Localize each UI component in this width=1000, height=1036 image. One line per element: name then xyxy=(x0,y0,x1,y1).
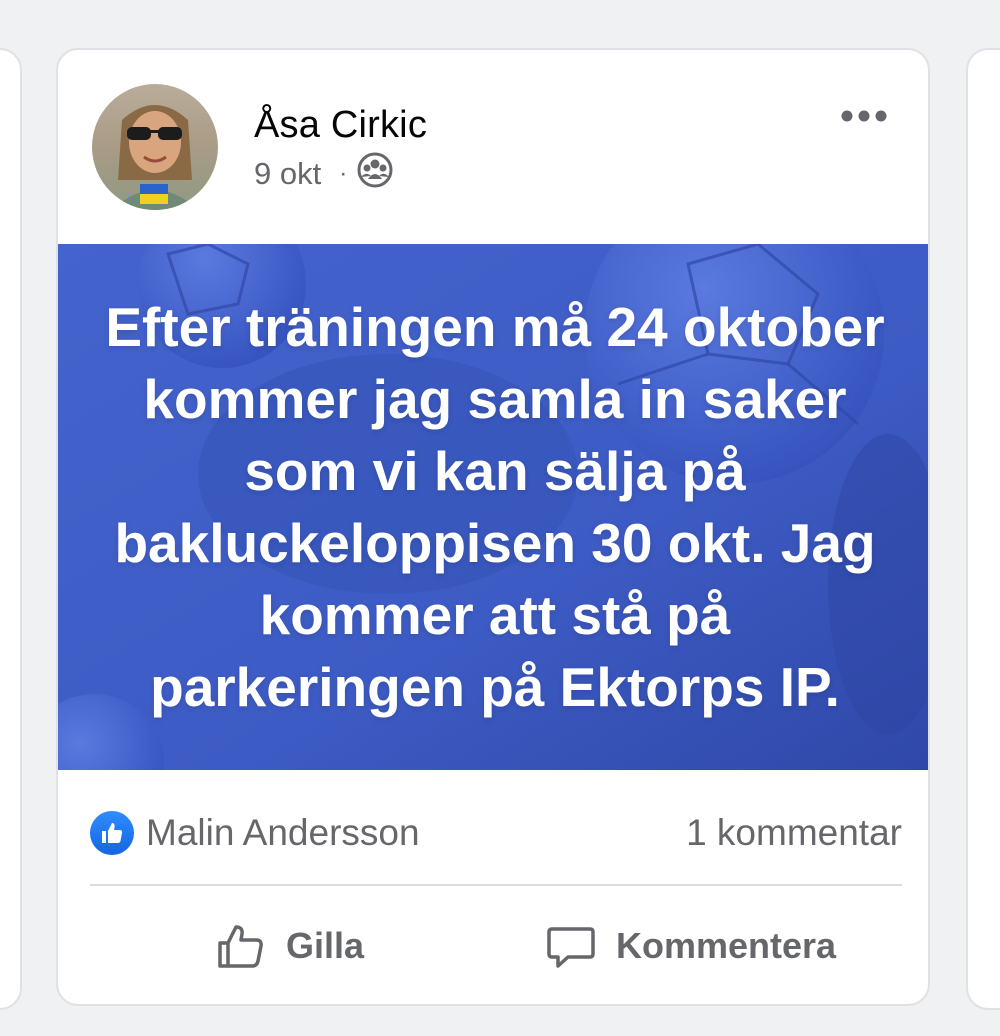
group-icon xyxy=(357,152,393,196)
like-button[interactable]: Gilla xyxy=(216,910,364,982)
author-avatar[interactable] xyxy=(92,84,218,210)
comment-count[interactable]: 1 kommentar xyxy=(686,812,902,854)
author-name[interactable]: Åsa Cirkic xyxy=(254,104,427,147)
meta-separator: · xyxy=(339,160,348,187)
like-label: Gilla xyxy=(286,925,365,966)
previous-post-card[interactable] xyxy=(0,48,22,1010)
thumbs-up-icon xyxy=(218,925,263,968)
actions-bar: Gilla Kommentera xyxy=(58,910,928,982)
reactions-summary[interactable]: Malin Andersson xyxy=(90,811,420,855)
like-reaction-icon xyxy=(90,811,134,855)
post-meta: 9 okt · xyxy=(254,152,393,196)
next-post-card[interactable] xyxy=(966,48,1000,1010)
reactor-name: Malin Andersson xyxy=(146,812,420,853)
post-banner[interactable]: Efter träningen må 24 oktober kommer jag… xyxy=(58,244,928,770)
banner-text: Efter träningen må 24 oktober kommer jag… xyxy=(105,296,885,718)
comment-button[interactable]: Kommentera xyxy=(546,910,836,982)
more-options-icon[interactable] xyxy=(836,96,892,136)
comment-label: Kommentera xyxy=(616,925,837,966)
post-card: Åsa Cirkic 9 okt · Efter träningen må 24… xyxy=(56,48,930,1006)
reactions-bar: Malin Andersson 1 kommentar xyxy=(90,806,902,860)
comment-icon xyxy=(547,927,595,968)
post-date[interactable]: 9 okt xyxy=(254,156,321,192)
divider xyxy=(90,884,902,886)
